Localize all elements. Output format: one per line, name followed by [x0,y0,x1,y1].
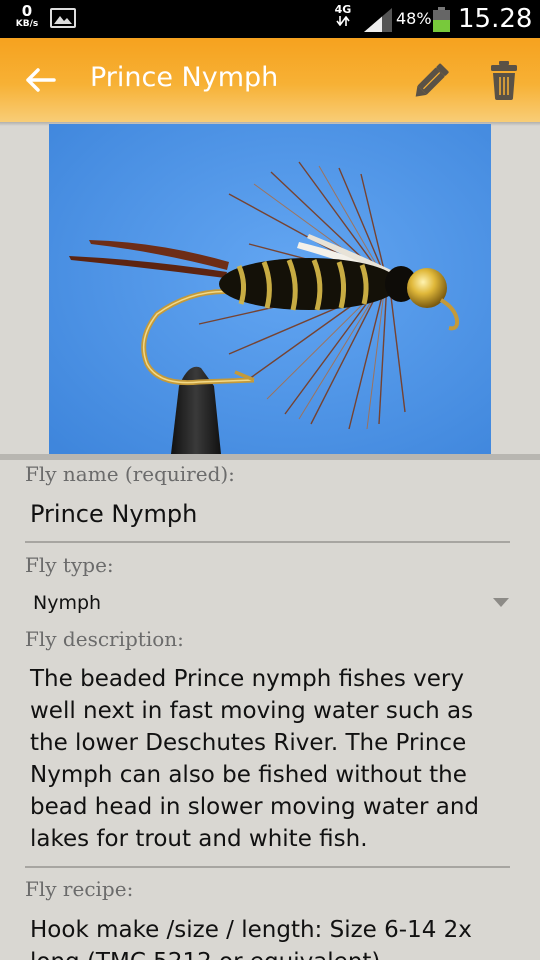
fly-name-label: Fly name (required): [25,462,235,486]
network-speed: 0 KB/s [12,4,42,30]
signal-strength-icon [364,8,392,32]
back-button[interactable] [22,62,62,98]
network-type: 4G [332,4,354,29]
back-arrow-icon [26,68,56,92]
fly-photo-illustration [49,124,491,454]
fly-recipe-field[interactable]: Hook make /size / length: Size 6-14 2x l… [30,914,520,960]
status-bar: 0 KB/s 4G 48% 15.28 [0,0,540,38]
image-divider [0,454,540,460]
page-title: Prince Nymph [90,62,279,93]
fly-description-field[interactable]: The beaded Prince nymph fishes very well… [30,663,510,855]
pencil-icon [415,63,449,97]
gallery-notification-icon [50,8,76,28]
fly-photo[interactable] [49,124,491,454]
network-type-label: 4G [334,3,352,16]
network-speed-unit: KB/s [15,19,39,29]
delete-button[interactable] [484,58,524,102]
battery-percent: 48% [396,9,432,28]
fly-recipe-label: Fly recipe: [25,877,134,901]
battery-icon [433,7,450,32]
fly-description-label: Fly description: [25,627,184,651]
fly-description-underline [25,866,510,868]
fly-name-field[interactable]: Prince Nymph [30,500,197,528]
dropdown-arrow-icon [493,598,509,607]
edit-button[interactable] [408,56,458,104]
fly-type-value: Nymph [33,592,102,614]
fly-name-underline [25,541,510,543]
trash-icon [491,61,517,100]
fly-type-label: Fly type: [25,553,114,577]
data-arrows-icon [336,15,350,27]
network-speed-value: 0 [21,2,33,20]
action-bar: Prince Nymph [0,38,540,122]
clock: 15.28 [458,4,533,34]
